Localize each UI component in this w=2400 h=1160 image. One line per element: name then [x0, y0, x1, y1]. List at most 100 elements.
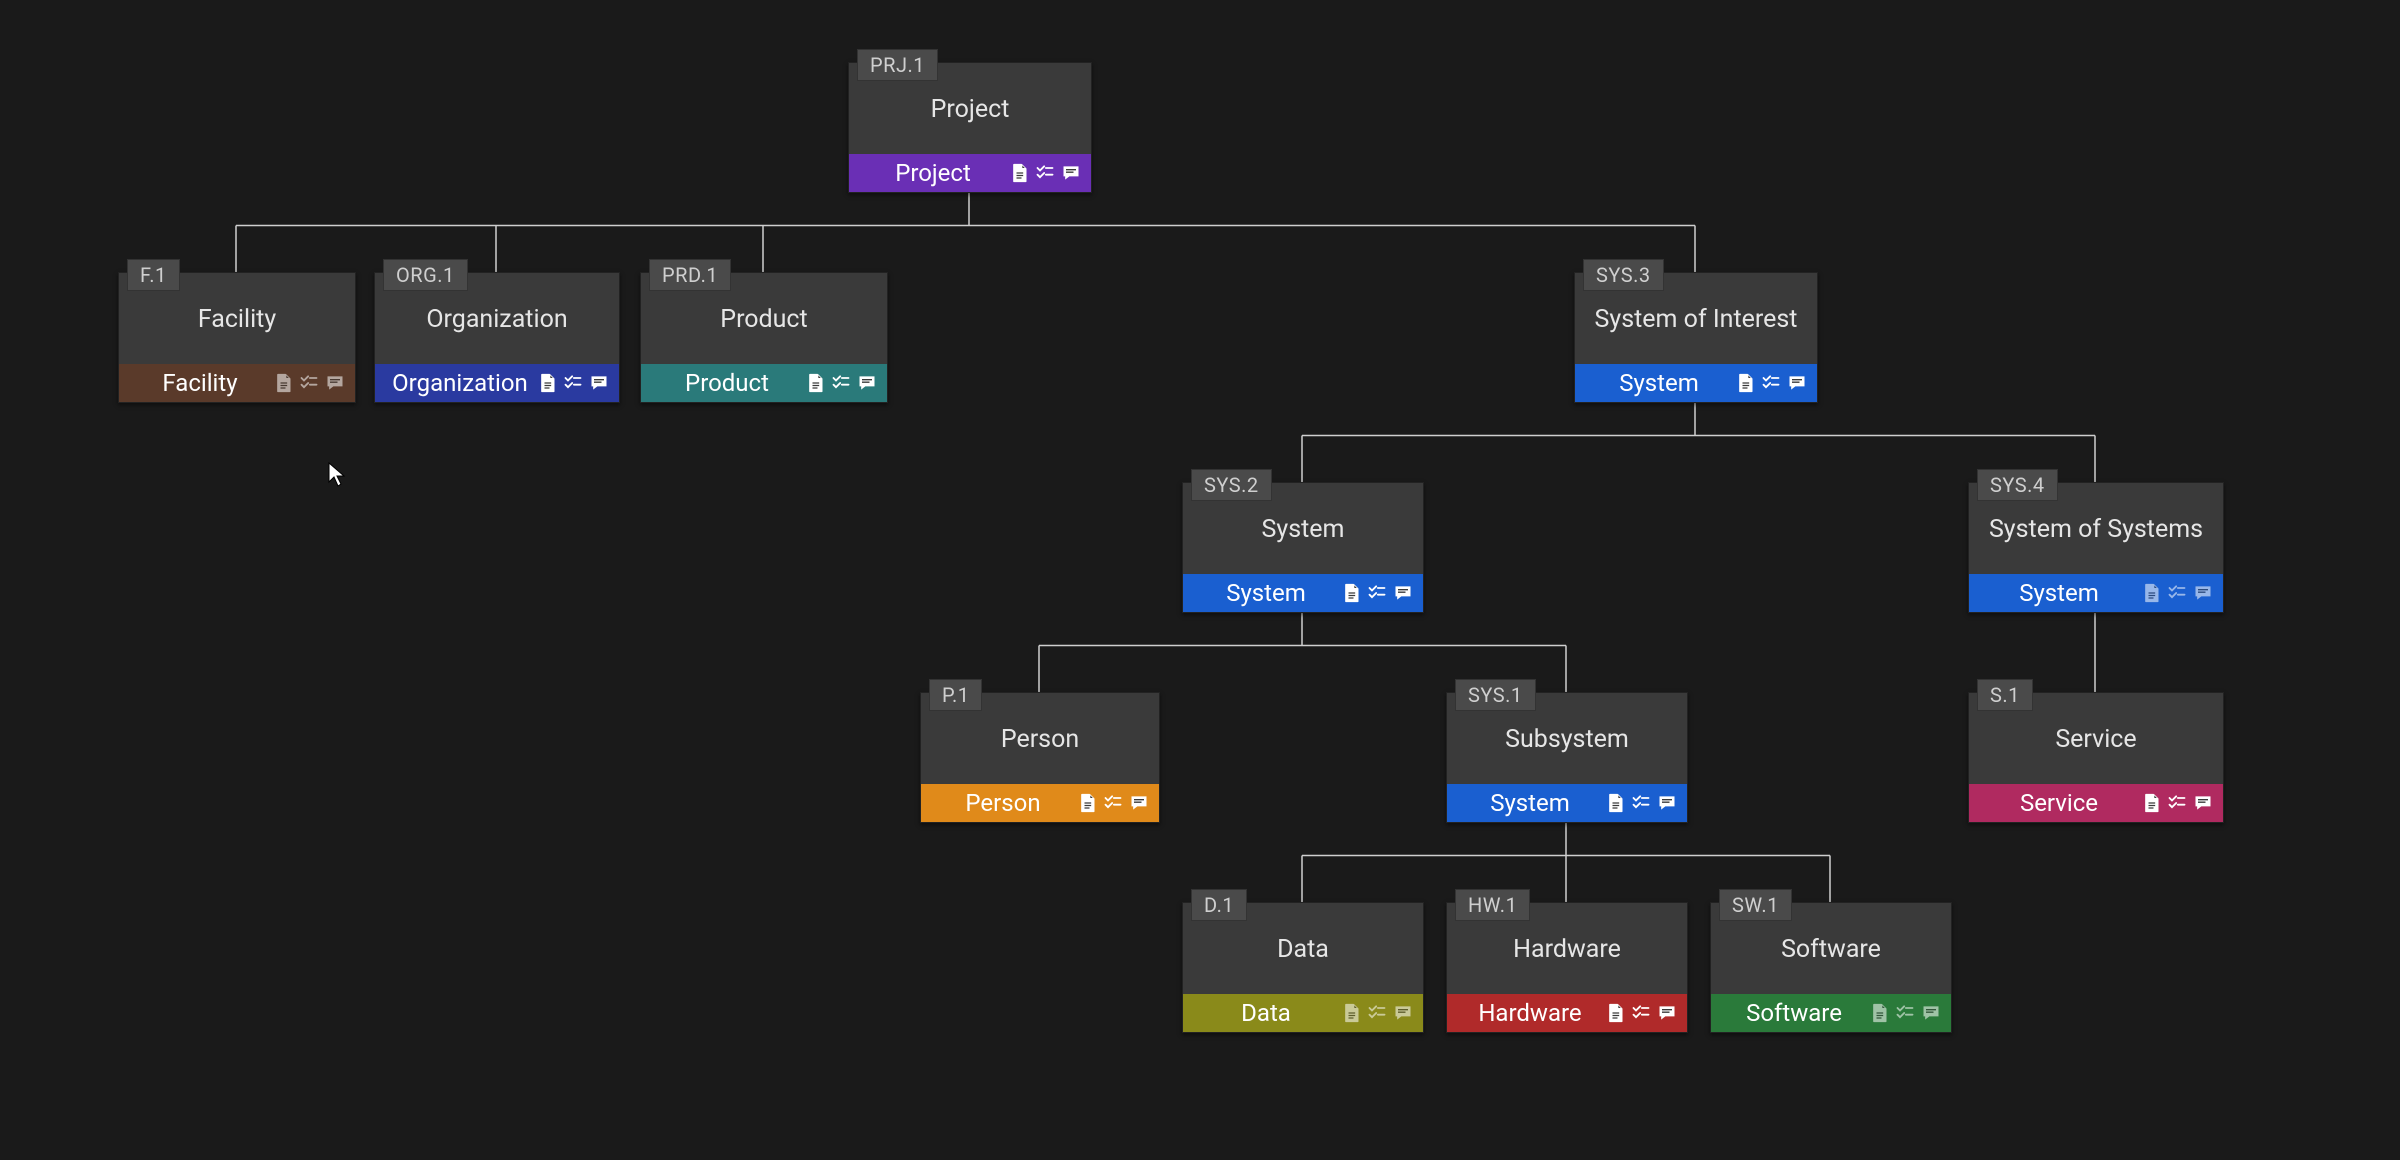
comment-icon[interactable] [2193, 583, 2213, 603]
node-type-label: System [1983, 579, 2141, 607]
node-type-footer: Facility [119, 364, 355, 402]
checklist-icon[interactable] [1631, 1003, 1651, 1023]
node-type-label: Software [1725, 999, 1869, 1027]
node-type-footer: Product [641, 364, 887, 402]
document-icon[interactable] [273, 373, 293, 393]
node-sys4[interactable]: SYS.4System of SystemsSystem [1968, 482, 2224, 613]
node-id-tag: HW.1 [1455, 889, 1530, 921]
node-id-tag: D.1 [1191, 889, 1247, 921]
node-id-tag: F.1 [127, 259, 180, 291]
node-type-footer: System [1969, 574, 2223, 612]
node-type-label: Hardware [1461, 999, 1605, 1027]
document-icon[interactable] [1735, 373, 1755, 393]
node-action-icons [1605, 1003, 1677, 1023]
node-id-tag: SYS.4 [1977, 469, 2058, 501]
node-id-tag: ORG.1 [383, 259, 468, 291]
node-action-icons [1605, 793, 1677, 813]
document-icon[interactable] [2141, 793, 2161, 813]
document-icon[interactable] [1341, 583, 1361, 603]
node-id-tag: PRJ.1 [857, 49, 938, 81]
checklist-icon[interactable] [1367, 1003, 1387, 1023]
node-action-icons [805, 373, 877, 393]
node-type-footer: Data [1183, 994, 1423, 1032]
node-type-label: Organization [389, 369, 537, 397]
node-action-icons [537, 373, 609, 393]
comment-icon[interactable] [1061, 163, 1081, 183]
comment-icon[interactable] [1657, 1003, 1677, 1023]
node-action-icons [2141, 793, 2213, 813]
comment-icon[interactable] [857, 373, 877, 393]
node-type-footer: Organization [375, 364, 619, 402]
comment-icon[interactable] [1129, 793, 1149, 813]
node-f1[interactable]: F.1FacilityFacility [118, 272, 356, 403]
node-id-tag: S.1 [1977, 679, 2033, 711]
checklist-icon[interactable] [1761, 373, 1781, 393]
node-type-footer: Service [1969, 784, 2223, 822]
node-action-icons [1735, 373, 1807, 393]
node-sys1[interactable]: SYS.1SubsystemSystem [1446, 692, 1688, 823]
comment-icon[interactable] [1921, 1003, 1941, 1023]
node-id-tag: SYS.2 [1191, 469, 1272, 501]
node-id-tag: PRD.1 [649, 259, 731, 291]
document-icon[interactable] [1869, 1003, 1889, 1023]
node-sys2[interactable]: SYS.2SystemSystem [1182, 482, 1424, 613]
node-action-icons [1341, 583, 1413, 603]
node-sw1[interactable]: SW.1SoftwareSoftware [1710, 902, 1952, 1033]
node-action-icons [273, 373, 345, 393]
node-type-footer: System [1183, 574, 1423, 612]
node-type-footer: System [1575, 364, 1817, 402]
node-id-tag: SYS.1 [1455, 679, 1536, 711]
node-action-icons [1009, 163, 1081, 183]
node-type-footer: Project [849, 154, 1091, 192]
checklist-icon[interactable] [299, 373, 319, 393]
node-d1[interactable]: D.1DataData [1182, 902, 1424, 1033]
mouse-cursor [328, 462, 346, 488]
document-icon[interactable] [1605, 793, 1625, 813]
node-action-icons [1077, 793, 1149, 813]
node-type-label: Data [1197, 999, 1341, 1027]
node-prj1[interactable]: PRJ.1ProjectProject [848, 62, 1092, 193]
node-s1[interactable]: S.1ServiceService [1968, 692, 2224, 823]
checklist-icon[interactable] [563, 373, 583, 393]
node-type-footer: Person [921, 784, 1159, 822]
document-icon[interactable] [1009, 163, 1029, 183]
checklist-icon[interactable] [1895, 1003, 1915, 1023]
node-action-icons [2141, 583, 2213, 603]
checklist-icon[interactable] [1367, 583, 1387, 603]
comment-icon[interactable] [1393, 583, 1413, 603]
checklist-icon[interactable] [1631, 793, 1651, 813]
document-icon[interactable] [537, 373, 557, 393]
node-type-label: Service [1983, 789, 2141, 817]
document-icon[interactable] [1077, 793, 1097, 813]
node-type-label: System [1589, 369, 1735, 397]
node-type-label: Product [655, 369, 805, 397]
node-id-tag: P.1 [929, 679, 982, 711]
checklist-icon[interactable] [831, 373, 851, 393]
document-icon[interactable] [2141, 583, 2161, 603]
comment-icon[interactable] [1393, 1003, 1413, 1023]
node-id-tag: SW.1 [1719, 889, 1792, 921]
checklist-icon[interactable] [2167, 793, 2187, 813]
node-sys3[interactable]: SYS.3System of InterestSystem [1574, 272, 1818, 403]
comment-icon[interactable] [325, 373, 345, 393]
document-icon[interactable] [1605, 1003, 1625, 1023]
comment-icon[interactable] [1657, 793, 1677, 813]
diagram-canvas[interactable]: PRJ.1ProjectProject F.1FacilityFacility … [0, 0, 2400, 1160]
node-id-tag: SYS.3 [1583, 259, 1664, 291]
node-p1[interactable]: P.1PersonPerson [920, 692, 1160, 823]
comment-icon[interactable] [2193, 793, 2213, 813]
checklist-icon[interactable] [1035, 163, 1055, 183]
document-icon[interactable] [1341, 1003, 1361, 1023]
comment-icon[interactable] [589, 373, 609, 393]
node-org1[interactable]: ORG.1OrganizationOrganization [374, 272, 620, 403]
node-action-icons [1869, 1003, 1941, 1023]
comment-icon[interactable] [1787, 373, 1807, 393]
node-type-footer: Software [1711, 994, 1951, 1032]
node-type-label: Person [935, 789, 1077, 817]
node-hw1[interactable]: HW.1HardwareHardware [1446, 902, 1688, 1033]
node-prd1[interactable]: PRD.1ProductProduct [640, 272, 888, 403]
node-action-icons [1341, 1003, 1413, 1023]
checklist-icon[interactable] [1103, 793, 1123, 813]
checklist-icon[interactable] [2167, 583, 2187, 603]
document-icon[interactable] [805, 373, 825, 393]
